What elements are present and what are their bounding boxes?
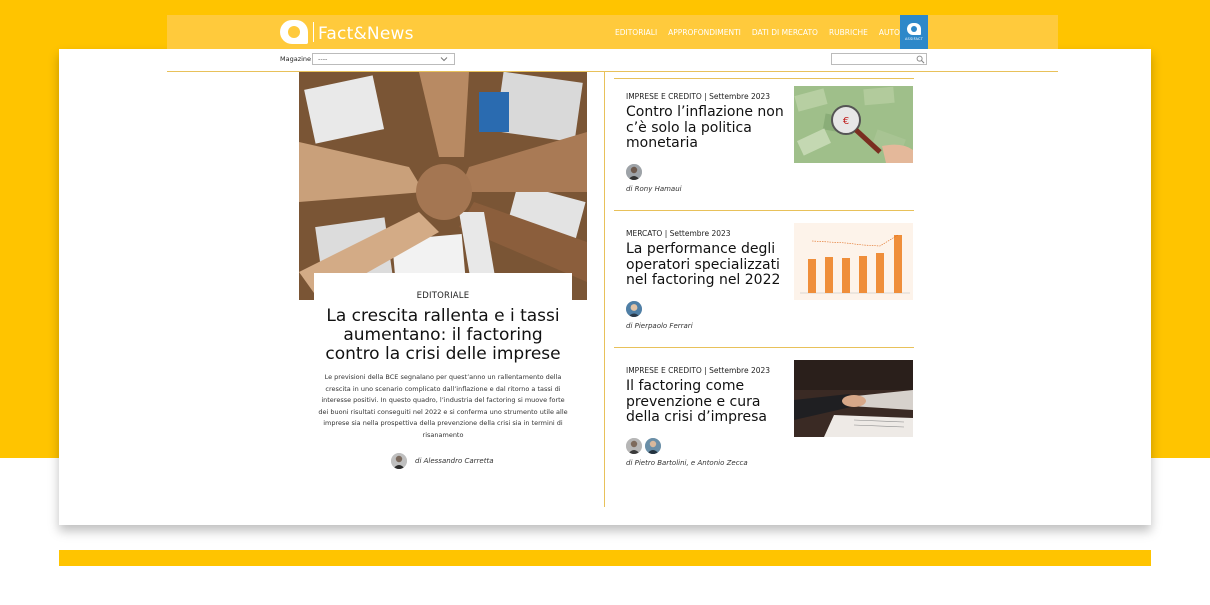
article-separator — [614, 210, 914, 211]
assifact-logo-icon — [907, 23, 921, 35]
assifact-badge[interactable]: ASSIFACT — [900, 15, 928, 49]
article-photo-handshake — [794, 360, 913, 437]
magazine-select[interactable]: ---- — [312, 53, 455, 65]
article-meta[interactable]: MERCATO | Settembre 2023 — [626, 229, 731, 238]
footer-bar — [59, 550, 1151, 566]
main-nav: EDITORIALI APPROFONDIMENTI DATI DI MERCA… — [615, 15, 918, 49]
avatar — [391, 453, 407, 469]
article-thumbnail[interactable] — [794, 223, 913, 300]
featured-photo — [299, 72, 587, 300]
nav-item-dati-di-mercato[interactable]: DATI DI MERCATO — [752, 28, 818, 37]
search-input[interactable] — [831, 53, 927, 65]
article-meta[interactable]: IMPRESE E CREDITO | Settembre 2023 — [626, 366, 770, 375]
article-separator — [614, 78, 914, 79]
article-authors-avatars — [626, 438, 664, 454]
avatar — [626, 438, 642, 454]
avatar — [626, 301, 642, 317]
magazine-select-value: ---- — [318, 55, 328, 63]
article-author[interactable]: di Pietro Bartolini, e Antonio Zecca — [626, 459, 748, 467]
content-card — [59, 49, 1151, 525]
article-photo-money: € — [794, 86, 913, 163]
article-title[interactable]: Il factoring come prevenzione e cura del… — [626, 378, 784, 426]
article-author[interactable]: di Rony Hamaui — [626, 185, 682, 193]
logo-icon — [280, 19, 308, 44]
avatar — [626, 164, 642, 180]
article-authors-avatars — [626, 164, 645, 180]
assifact-badge-label: ASSIFACT — [904, 37, 924, 41]
magazine-filter-label: Magazine — [280, 55, 312, 63]
nav-item-approfondimenti[interactable]: APPROFONDIMENTI — [668, 28, 741, 37]
column-divider — [604, 72, 605, 507]
search-icon[interactable] — [916, 55, 925, 64]
site-logo[interactable]: Fact&News — [280, 19, 414, 44]
svg-text:€: € — [843, 116, 849, 127]
article-authors-avatars — [626, 301, 645, 317]
featured-article-image[interactable] — [299, 72, 587, 300]
featured-category[interactable]: EDITORIALE — [314, 291, 572, 301]
site-header: Fact&News EDITORIALI APPROFONDIMENTI DAT… — [167, 15, 1058, 49]
featured-excerpt: Le previsioni della BCE segnalano per qu… — [318, 373, 568, 439]
article-chart-thumbnail — [794, 223, 913, 300]
avatar — [645, 438, 661, 454]
logo-text: Fact&News — [318, 24, 414, 44]
nav-item-rubriche[interactable]: RUBRICHE — [829, 28, 868, 37]
article-title[interactable]: Contro l’inflazione non c’è solo la poli… — [626, 104, 784, 152]
nav-item-editoriali[interactable]: EDITORIALI — [615, 28, 657, 37]
chevron-down-icon — [440, 57, 448, 62]
article-author[interactable]: di Pierpaolo Ferrari — [626, 322, 693, 330]
article-thumbnail[interactable] — [794, 360, 913, 437]
article-separator — [614, 347, 914, 348]
article-thumbnail[interactable]: € — [794, 86, 913, 163]
featured-article-card: EDITORIALE La crescita rallenta e i tass… — [314, 273, 572, 473]
featured-author-name: di Alessandro Carretta — [415, 457, 494, 465]
article-meta[interactable]: IMPRESE E CREDITO | Settembre 2023 — [626, 92, 770, 101]
logo-divider — [313, 21, 314, 42]
featured-title[interactable]: La crescita rallenta e i tassi aumentano… — [320, 307, 566, 364]
featured-author[interactable]: di Alessandro Carretta — [391, 453, 494, 469]
article-title[interactable]: La performance degli operatori specializ… — [626, 241, 784, 289]
